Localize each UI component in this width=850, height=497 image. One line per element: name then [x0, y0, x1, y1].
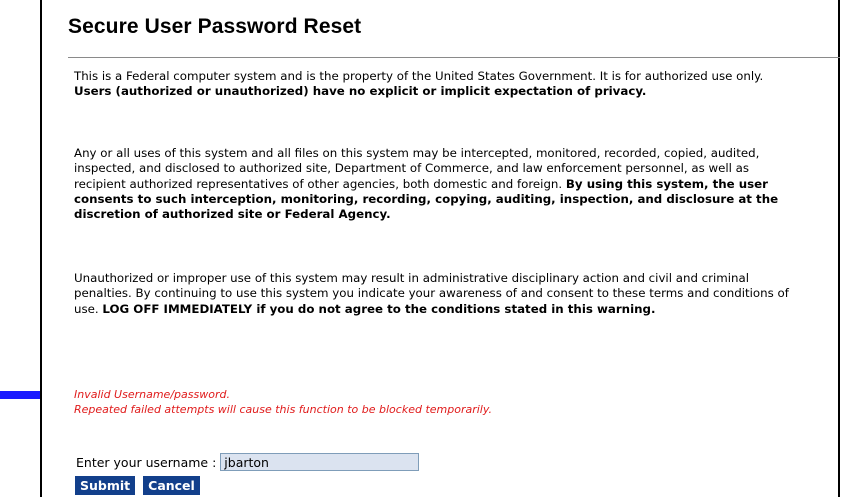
- page-title: Secure User Password Reset: [68, 15, 362, 38]
- notice-1-text: This is a Federal computer system and is…: [74, 69, 764, 83]
- username-row: Enter your username :: [76, 453, 420, 471]
- notice-paragraph-3: Unauthorized or improper use of this sys…: [74, 271, 794, 317]
- title-divider: [68, 57, 840, 58]
- notice-paragraph-1: This is a Federal computer system and is…: [74, 69, 794, 100]
- notice-paragraph-2: Any or all uses of this system and all f…: [74, 146, 794, 222]
- cancel-button[interactable]: Cancel: [143, 476, 200, 495]
- notice-3-bold-text: LOG OFF IMMEDIATELY if you do not agree …: [102, 301, 656, 316]
- notice-1-bold-text: Users (authorized or unauthorized) have …: [74, 84, 647, 99]
- submit-button[interactable]: Submit: [75, 476, 136, 495]
- error-message: Invalid Username/password. Repeated fail…: [74, 387, 492, 417]
- form-buttons: Submit Cancel: [75, 476, 200, 495]
- username-input[interactable]: [220, 453, 420, 471]
- page-frame: Secure User Password Reset This is a Fed…: [40, 0, 840, 497]
- error-lockout-warning: Repeated failed attempts will cause this…: [74, 403, 492, 416]
- username-label: Enter your username :: [76, 454, 217, 470]
- error-invalid-credentials: Invalid Username/password.: [74, 388, 230, 401]
